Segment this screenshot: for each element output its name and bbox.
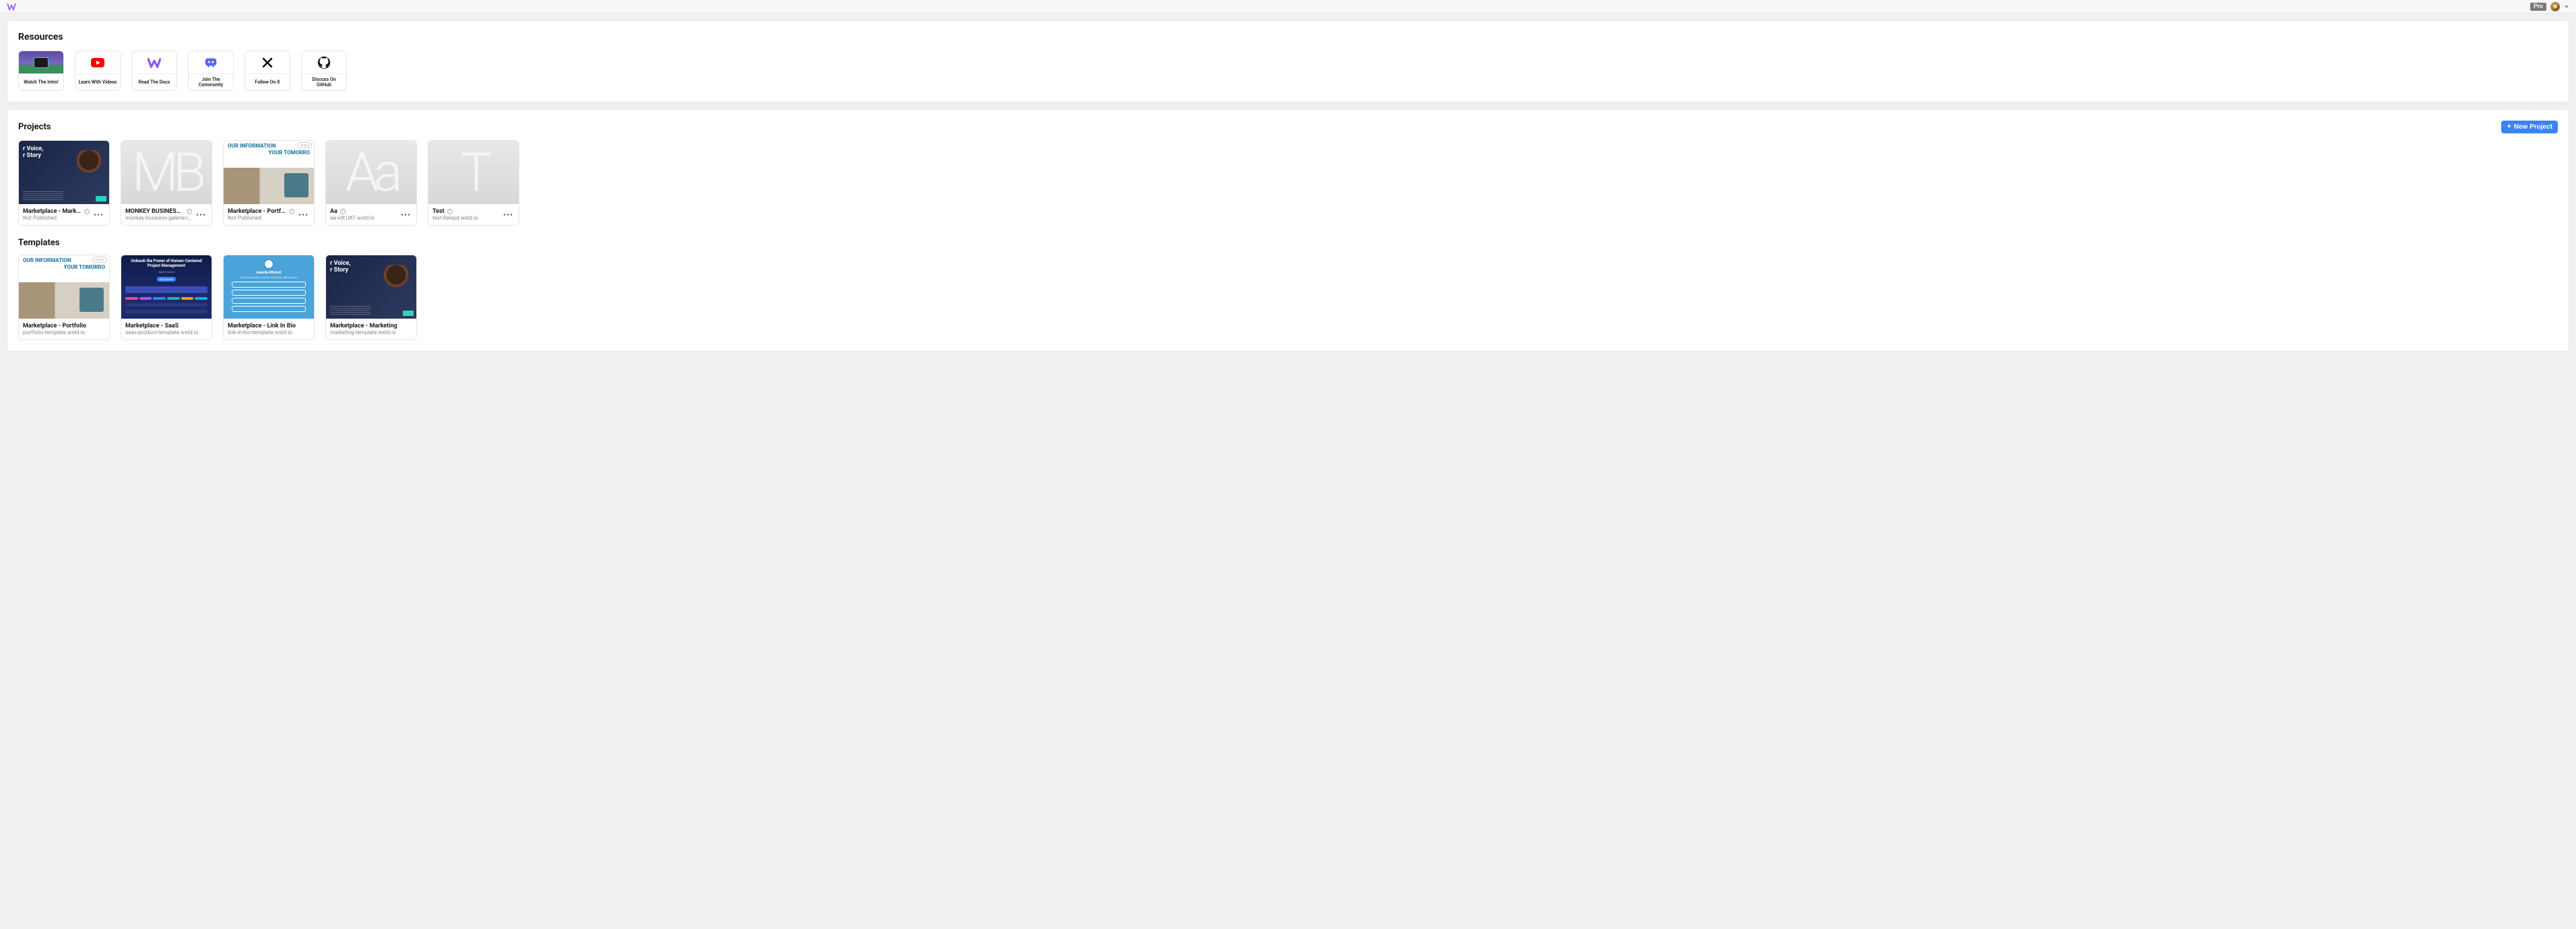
plus-icon: + xyxy=(2507,123,2511,131)
card-subtitle: marketing-template.wstd.io xyxy=(330,329,412,335)
card-subtitle: aa-vdt1dt7.wstd.io xyxy=(330,215,397,221)
card-name: Marketplace - Marketing xyxy=(330,323,397,329)
card-name: Marketplace - Portfolio xyxy=(23,323,86,329)
x-icon xyxy=(245,51,290,74)
project-thumbnail[interactable]: T xyxy=(428,141,519,204)
project-card-1[interactable]: MBMONKEY BUSINESS GALERIEmonkey-business… xyxy=(121,140,212,226)
card-subtitle: saas-product-template.wstd.io xyxy=(125,329,207,335)
resource-label: Join The Community xyxy=(189,74,233,90)
card-name: Test xyxy=(432,208,445,215)
card-subtitle: test-8awpd.wstd.io xyxy=(432,215,499,221)
project-card-2[interactable]: OUR INFORMATION25 OF FYOUR TOMORROMarket… xyxy=(223,140,315,226)
card-name: Marketplace - Marketing xyxy=(23,208,82,215)
resource-card-1[interactable]: Learn With Videos xyxy=(75,51,121,91)
card-meta: Marketplace - Marketingmarketing-templat… xyxy=(326,319,416,340)
projects-title: Projects xyxy=(18,122,51,132)
topbar: Pro W xyxy=(0,0,2576,13)
project-thumbnail[interactable]: OUR INFORMATION25 OF FYOUR TOMORRO xyxy=(224,141,314,204)
card-meta: MONKEY BUSINESS GALERIEmonkey-business-g… xyxy=(121,204,212,225)
card-subtitle: portfolio-template.wstd.io xyxy=(23,329,105,335)
project-card-3[interactable]: AaAaaa-vdt1dt7.wstd.io••• xyxy=(325,140,417,226)
card-subtitle: Not Published xyxy=(23,215,90,221)
template-card-2[interactable]: Isabella MitchellLorem ipsum dolor sit a… xyxy=(223,255,315,340)
webstudio-icon xyxy=(132,51,176,74)
app-logo[interactable] xyxy=(7,2,16,11)
template-card-3[interactable]: r Voice,r StoryMarketplace - Marketingma… xyxy=(325,255,417,340)
project-thumbnail[interactable]: r Voice,r Story xyxy=(326,255,416,319)
card-menu-button[interactable]: ••• xyxy=(399,211,412,219)
project-thumbnail[interactable]: r Voice,r Story xyxy=(19,141,109,204)
resources-panel: Resources Watch The Intro! Learn With Vid… xyxy=(7,20,2569,102)
resource-card-5[interactable]: Discuss On GitHub xyxy=(301,51,347,91)
main-content: Resources Watch The Intro! Learn With Vid… xyxy=(0,13,2576,358)
projects-templates-panel: Projects + New Project r Voice,r StoryMa… xyxy=(7,109,2569,352)
info-icon[interactable] xyxy=(447,209,453,214)
resource-label: Learn With Videos xyxy=(75,74,119,90)
info-icon[interactable] xyxy=(289,209,294,214)
youtube-icon xyxy=(75,51,120,74)
resource-label: Follow On X xyxy=(252,74,282,90)
card-meta: Testtest-8awpd.wstd.io••• xyxy=(428,204,519,225)
project-thumbnail[interactable]: Isabella MitchellLorem ipsum dolor sit a… xyxy=(224,255,314,319)
card-name: Aa xyxy=(330,208,337,215)
template-card-0[interactable]: OUR INFORMATION25 OF FYOUR TOMORROMarket… xyxy=(18,255,110,340)
project-thumbnail[interactable]: Aa xyxy=(326,141,416,204)
card-name: Marketplace - Link In Bio xyxy=(228,323,296,329)
account-menu-chevron[interactable] xyxy=(2564,4,2569,9)
template-card-1[interactable]: Unleash the Power of Human-Centered Proj… xyxy=(121,255,212,340)
project-card-4[interactable]: TTesttest-8awpd.wstd.io••• xyxy=(428,140,519,226)
card-meta: Marketplace - Portfolioportfolio-templat… xyxy=(19,319,109,340)
resource-label: Discuss On GitHub xyxy=(302,74,346,90)
projects-grid: r Voice,r StoryMarketplace - MarketingNo… xyxy=(18,140,2558,226)
github-icon xyxy=(302,51,346,74)
info-icon[interactable] xyxy=(340,209,346,214)
card-menu-button[interactable]: ••• xyxy=(195,211,207,219)
new-project-button[interactable]: + New Project xyxy=(2501,121,2558,133)
card-subtitle: Not Published xyxy=(228,215,294,221)
resource-card-0[interactable]: Watch The Intro! xyxy=(18,51,64,91)
card-subtitle: monkey-business-galerie-i1y7d.wst... xyxy=(125,215,192,221)
resources-row: Watch The Intro! Learn With Videos Read Th… xyxy=(18,51,2558,91)
templates-title: Templates xyxy=(18,238,2558,248)
card-meta: Marketplace - SaaSsaas-product-template.… xyxy=(121,319,212,340)
webstudio-logo-icon xyxy=(7,2,16,11)
card-name: Marketplace - SaaS xyxy=(125,323,179,329)
resources-header: Resources xyxy=(18,32,2558,42)
card-meta: Marketplace - Link In Biolink-in-bio-tem… xyxy=(224,319,314,340)
chevron-down-icon xyxy=(2564,4,2569,9)
templates-grid: OUR INFORMATION25 OF FYOUR TOMORROMarket… xyxy=(18,255,2558,340)
avatar[interactable]: W xyxy=(2550,2,2560,11)
card-menu-button[interactable]: ••• xyxy=(297,211,310,219)
card-name: MONKEY BUSINESS GALERIE xyxy=(125,208,184,215)
info-icon[interactable] xyxy=(84,209,90,214)
project-thumbnail[interactable]: MB xyxy=(121,141,212,204)
discord-icon xyxy=(189,51,233,74)
card-name: Marketplace - Portfolio xyxy=(228,208,286,215)
info-icon[interactable] xyxy=(187,209,192,214)
project-thumbnail[interactable]: Unleash the Power of Human-Centered Proj… xyxy=(121,255,212,319)
resource-card-4[interactable]: Follow On X xyxy=(245,51,290,91)
card-meta: Aaaa-vdt1dt7.wstd.io••• xyxy=(326,204,416,225)
projects-header: Projects + New Project xyxy=(18,121,2558,133)
new-project-label: New Project xyxy=(2514,123,2552,131)
project-thumbnail[interactable]: OUR INFORMATION25 OF FYOUR TOMORRO xyxy=(19,255,109,319)
card-subtitle: link-in-bio-template.wstd.io xyxy=(228,329,310,335)
card-meta: Marketplace - MarketingNot Published••• xyxy=(19,204,109,225)
resource-label: Watch The Intro! xyxy=(21,74,61,90)
topbar-right: Pro W xyxy=(2530,2,2569,11)
video-scene-icon xyxy=(19,51,63,74)
card-menu-button[interactable]: ••• xyxy=(502,211,515,219)
resource-card-2[interactable]: Read The Docs xyxy=(131,51,177,91)
project-card-0[interactable]: r Voice,r StoryMarketplace - MarketingNo… xyxy=(18,140,110,226)
card-meta: Marketplace - PortfolioNot Published••• xyxy=(224,204,314,225)
resource-label: Read The Docs xyxy=(136,74,173,90)
card-menu-button[interactable]: ••• xyxy=(92,211,105,219)
resources-title: Resources xyxy=(18,32,63,42)
pro-badge: Pro xyxy=(2530,3,2546,11)
resource-card-3[interactable]: Join The Community xyxy=(188,51,234,91)
